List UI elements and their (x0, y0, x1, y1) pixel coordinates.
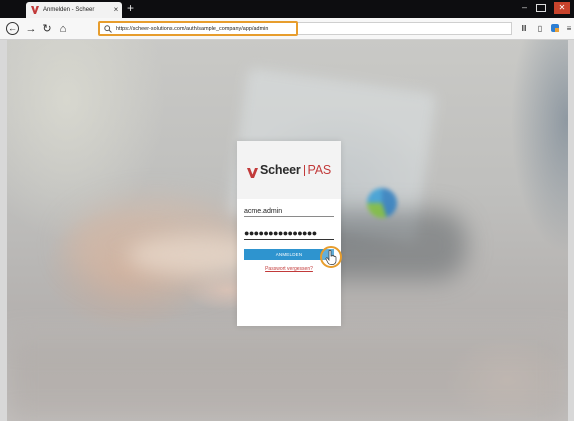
tab-title: Anmelden - Scheer (43, 7, 95, 13)
login-page: Scheer PAS acme.admin ●●●●●●●●●●●●●●● AN… (7, 40, 568, 421)
footer-link-about[interactable]: Über Scheer PAS (273, 296, 312, 302)
background-desk (7, 340, 568, 421)
extension-icon[interactable] (549, 23, 561, 35)
url-text[interactable]: https://scheer-solutions.com/auth/sample… (116, 26, 268, 32)
close-window-button[interactable]: ✕ (554, 2, 570, 14)
sidebar-icon[interactable]: ▯ (534, 23, 546, 35)
logo-separator (303, 164, 305, 176)
login-footer: Impressum | Über Scheer PAS | Kontakt (237, 296, 341, 302)
footer-link-contact[interactable]: Kontakt (317, 296, 334, 302)
reload-icon[interactable]: ↻ (40, 22, 54, 36)
password-value: ●●●●●●●●●●●●●●● (244, 228, 317, 238)
tab-close-icon[interactable]: × (110, 6, 122, 14)
login-card-header: Scheer PAS (237, 141, 341, 199)
browser-window: Anmelden - Scheer × + – ✕ ← → ↻ ⌂ https:… (0, 0, 574, 421)
search-icon (103, 24, 113, 34)
url-bar[interactable]: https://scheer-solutions.com/auth/sample… (98, 21, 298, 36)
home-icon[interactable]: ⌂ (56, 22, 70, 36)
logo-product: PAS (307, 163, 332, 177)
scheer-favicon-icon (31, 6, 39, 14)
username-field[interactable]: acme.admin (244, 204, 334, 217)
url-bar-extension[interactable] (296, 22, 512, 35)
maximize-button[interactable] (536, 4, 546, 12)
logo-brand: Scheer (260, 163, 301, 177)
minimize-button[interactable]: – (522, 1, 527, 13)
library-icon[interactable]: Ⅲ (518, 23, 530, 35)
browser-tab[interactable]: Anmelden - Scheer × (26, 2, 122, 18)
menu-icon[interactable]: ≡ (563, 23, 574, 35)
footer-link-impressum[interactable]: Impressum (245, 296, 270, 302)
forward-arrow-icon[interactable]: → (24, 22, 38, 36)
navigation-bar: ← → ↻ ⌂ https://scheer-solutions.com/aut… (0, 18, 574, 40)
scheer-logo-icon (247, 165, 258, 178)
new-tab-button[interactable]: + (127, 1, 134, 15)
password-field[interactable]: ●●●●●●●●●●●●●●● (244, 227, 334, 240)
click-highlight (320, 246, 342, 268)
hand-pointer-icon (325, 249, 337, 265)
scheer-pas-logo: Scheer PAS (247, 163, 332, 178)
title-bar: Anmelden - Scheer × + – ✕ (0, 0, 574, 18)
back-arrow-icon[interactable]: ← (6, 22, 19, 35)
username-value: acme.admin (244, 208, 283, 215)
background-pie-chart (367, 188, 397, 218)
